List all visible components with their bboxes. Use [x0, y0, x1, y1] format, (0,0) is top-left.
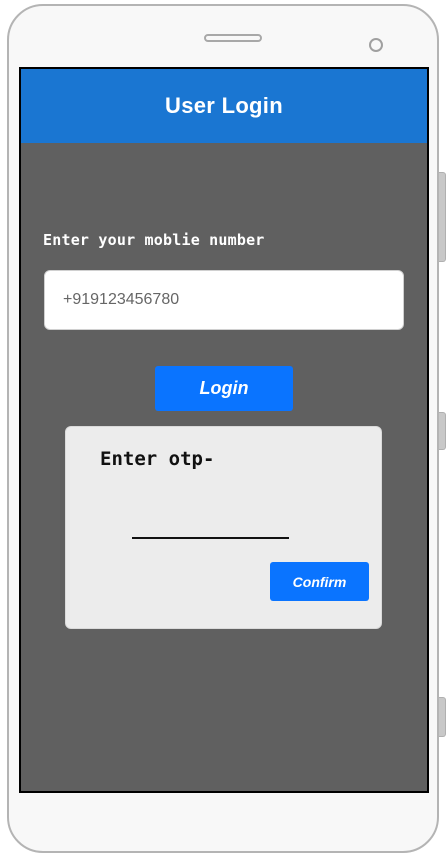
front-camera-icon: [369, 38, 383, 52]
otp-input[interactable]: [132, 513, 289, 539]
app-header: User Login: [21, 69, 427, 143]
otp-label: Enter otp-: [100, 448, 215, 470]
mobile-number-input[interactable]: [44, 270, 404, 330]
login-button[interactable]: Login: [155, 366, 293, 411]
side-key-button: [439, 697, 446, 737]
speaker-grille-icon: [204, 34, 262, 42]
app-screen: User Login Enter your moblie number Logi…: [19, 67, 429, 793]
page-title: User Login: [165, 93, 283, 118]
mobile-number-label: Enter your moblie number: [43, 231, 265, 249]
power-button: [439, 412, 446, 450]
volume-button: [439, 172, 446, 262]
confirm-button[interactable]: Confirm: [270, 562, 369, 601]
otp-card: Enter otp- Confirm: [65, 426, 382, 629]
